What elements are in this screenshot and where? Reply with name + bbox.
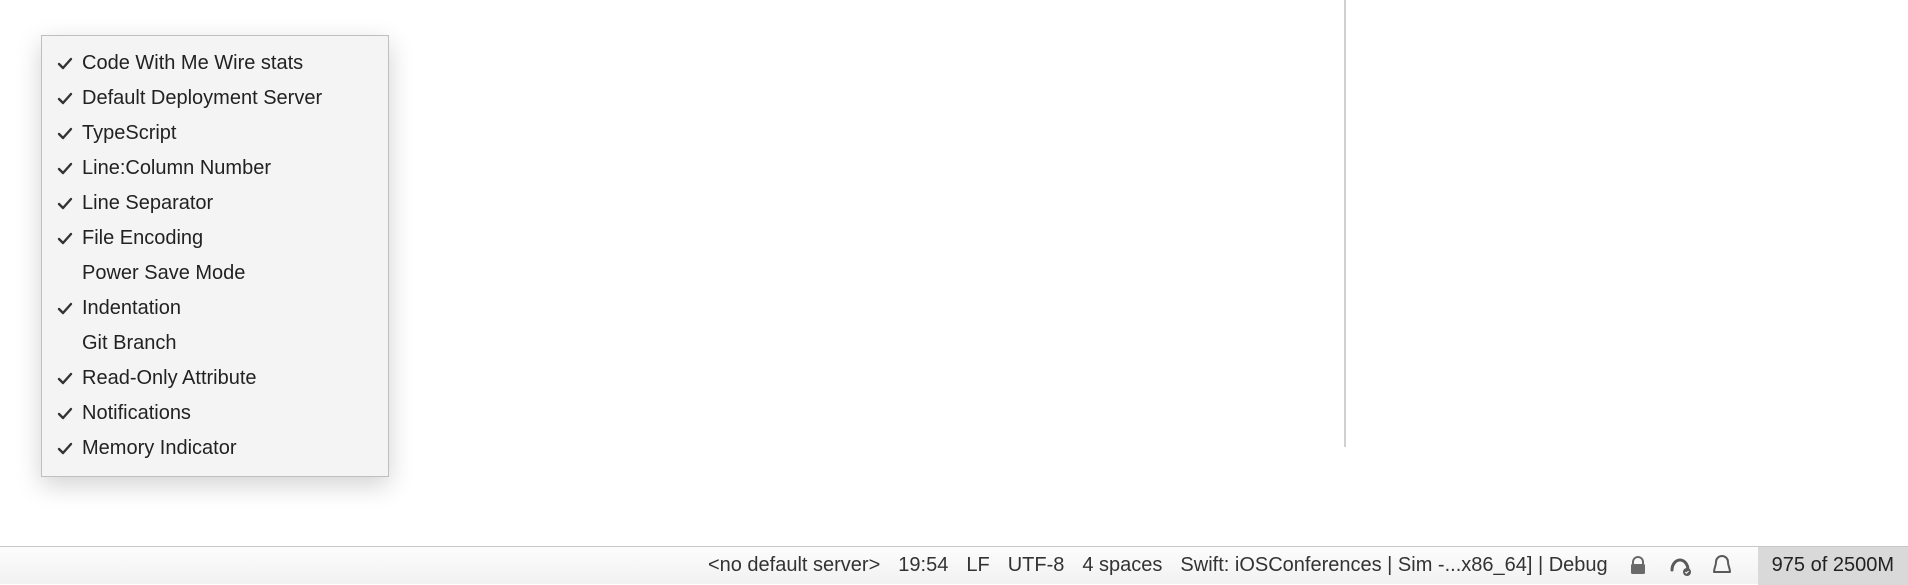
check-icon	[56, 160, 82, 178]
menu-item-line-column[interactable]: Line:Column Number	[42, 151, 388, 186]
menu-item-label: Default Deployment Server	[82, 87, 322, 110]
line-separator-widget[interactable]: LF	[966, 554, 989, 577]
menu-item-label: Notifications	[82, 402, 191, 425]
menu-item-label: Power Save Mode	[82, 262, 245, 285]
statusbar-context-menu: Code With Me Wire stats Default Deployme…	[41, 35, 389, 477]
menu-item-label: Line Separator	[82, 192, 213, 215]
menu-item-label: Indentation	[82, 297, 181, 320]
check-icon	[56, 90, 82, 108]
menu-item-file-encoding[interactable]: File Encoding	[42, 221, 388, 256]
menu-item-notifications[interactable]: Notifications	[42, 396, 388, 431]
memory-indicator-widget[interactable]: 975 of 2500M	[1758, 547, 1908, 585]
encoding-widget[interactable]: UTF-8	[1008, 554, 1065, 577]
menu-item-git-branch[interactable]: Git Branch	[42, 326, 388, 361]
check-icon	[56, 405, 82, 423]
menu-item-label: Read-Only Attribute	[82, 367, 257, 390]
menu-item-deployment-server[interactable]: Default Deployment Server	[42, 81, 388, 116]
swift-context-widget[interactable]: Swift: iOSConferences | Sim -...x86_64] …	[1180, 554, 1607, 577]
menu-item-read-only[interactable]: Read-Only Attribute	[42, 361, 388, 396]
menu-item-indentation[interactable]: Indentation	[42, 291, 388, 326]
menu-item-label: TypeScript	[82, 122, 176, 145]
menu-item-label: Line:Column Number	[82, 157, 271, 180]
line-column-widget[interactable]: 19:54	[898, 554, 948, 577]
status-right-group: <no default server> 19:54 LF UTF-8 4 spa…	[708, 547, 1908, 585]
deployment-server-widget[interactable]: <no default server>	[708, 554, 880, 577]
check-icon	[56, 55, 82, 73]
menu-item-line-separator[interactable]: Line Separator	[42, 186, 388, 221]
menu-item-typescript[interactable]: TypeScript	[42, 116, 388, 151]
right-panel	[1345, 0, 1908, 447]
menu-item-memory-indicator[interactable]: Memory Indicator	[42, 431, 388, 466]
menu-item-label: Code With Me Wire stats	[82, 52, 303, 75]
check-icon	[56, 195, 82, 213]
check-icon	[56, 300, 82, 318]
check-icon	[56, 370, 82, 388]
check-icon	[56, 125, 82, 143]
menu-item-power-save[interactable]: Power Save Mode	[42, 256, 388, 291]
notifications-icon[interactable]	[1710, 554, 1734, 578]
check-icon	[56, 230, 82, 248]
inspection-profile-icon[interactable]	[1668, 554, 1692, 578]
status-bar[interactable]: <no default server> 19:54 LF UTF-8 4 spa…	[0, 546, 1908, 584]
menu-item-code-with-me[interactable]: Code With Me Wire stats	[42, 46, 388, 81]
check-icon	[56, 440, 82, 458]
readonly-lock-icon[interactable]	[1626, 554, 1650, 578]
menu-item-label: Memory Indicator	[82, 437, 237, 460]
indent-widget[interactable]: 4 spaces	[1082, 554, 1162, 577]
menu-item-label: File Encoding	[82, 227, 203, 250]
menu-item-label: Git Branch	[82, 332, 176, 355]
